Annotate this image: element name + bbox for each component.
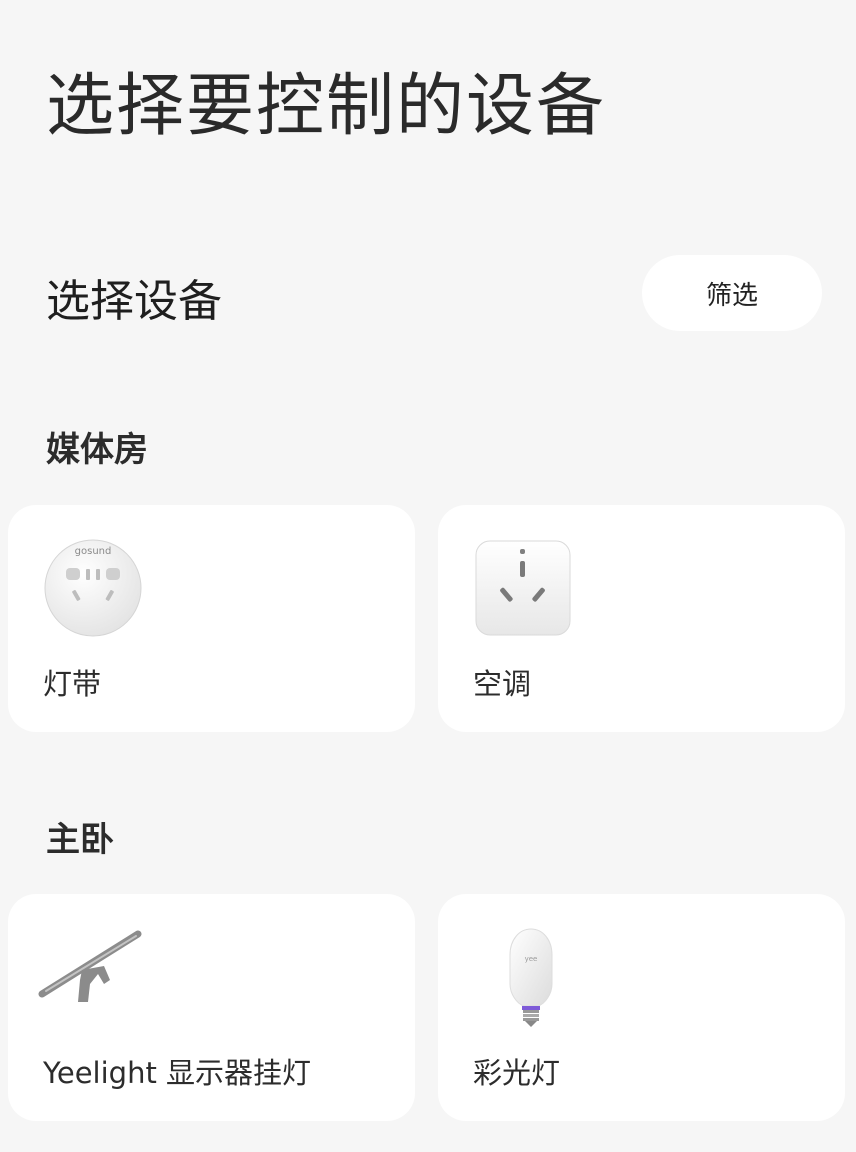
round-plug-icon: gosund [44,539,142,637]
svg-text:yee: yee [525,955,538,963]
monitor-light-bar-icon [38,930,142,1002]
device-card-air-conditioner[interactable]: 空调 [438,505,845,732]
section-title: 选择设备 [46,276,222,327]
device-card-color-bulb[interactable]: yee 彩光灯 [438,894,845,1121]
device-card-monitor-light[interactable]: Yeelight 显示器挂灯 [8,894,415,1121]
device-name: 彩光灯 [473,1056,561,1090]
bulb-icon: yee [509,928,553,1027]
page-title: 选择要控制的设备 [46,67,607,146]
room-title-master-bedroom: 主卧 [46,820,114,860]
square-plug-icon [475,540,571,636]
device-name: 灯带 [43,667,102,701]
gosund-logo-text: gosund [75,546,112,557]
device-name: Yeelight 显示器挂灯 [43,1056,312,1090]
device-card-strip-light[interactable]: gosund 灯带 [8,505,415,732]
filter-button[interactable]: 筛选 [642,255,822,331]
room-title-media-room: 媒体房 [46,430,148,470]
device-name: 空调 [473,667,532,701]
